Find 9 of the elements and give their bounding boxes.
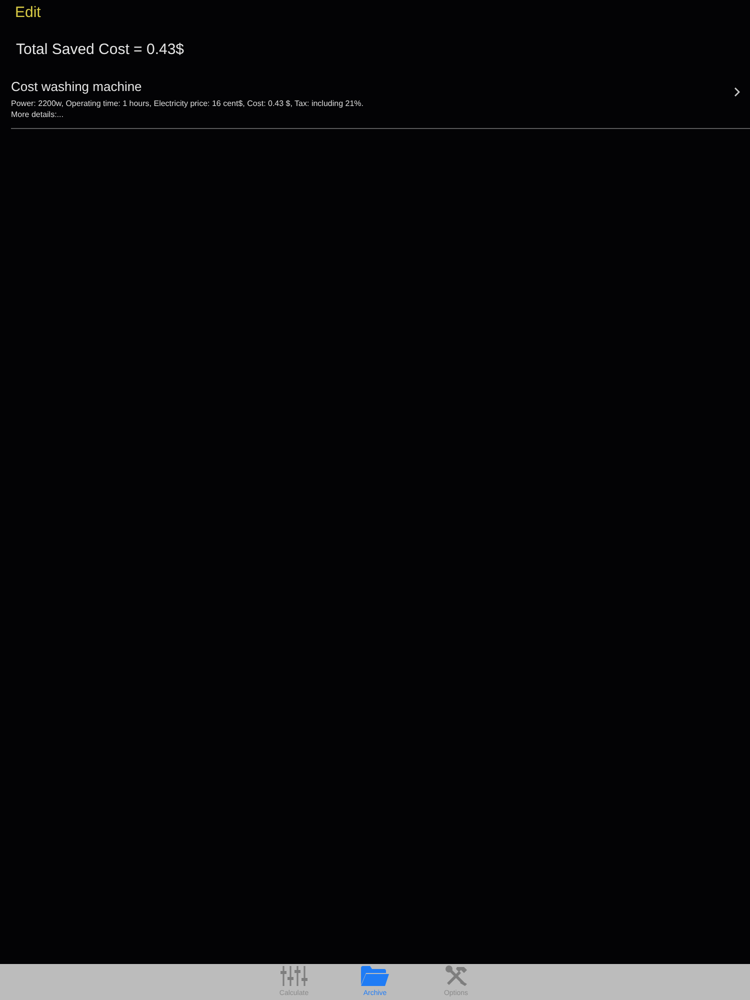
more-details-text: More details:...: [11, 109, 64, 120]
total-saved-cost: Total Saved Cost = 0.43$: [15, 40, 184, 59]
edit-button[interactable]: Edit: [11, 3, 45, 23]
row-details: Power: 2200w, Operating time: 1 hours, Electricity price: 16 cent$, Cost: 0.43 $, Tax: including 21%.: [11, 98, 364, 109]
archive-row[interactable]: Cost washing machine Power: 2200w, Operating time: 1 hours, Electricity price: 16 cent$, Cost: 0.43 $, Tax: including 21%. More details:...: [11, 77, 750, 129]
row-title: Cost washing machine: [11, 79, 142, 95]
folder-icon: [360, 965, 390, 987]
chevron-right-icon: [734, 86, 740, 96]
sliders-icon: [279, 965, 309, 987]
